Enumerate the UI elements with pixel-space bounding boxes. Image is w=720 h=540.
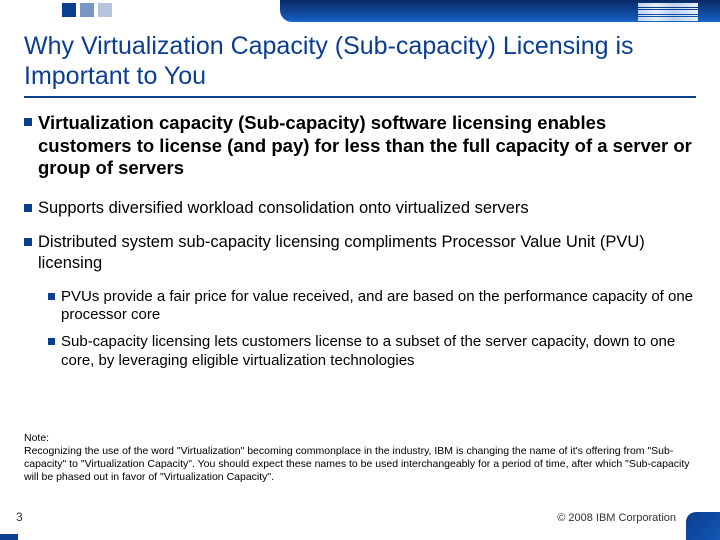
bullet-text: Virtualization capacity (Sub-capacity) s… [38, 112, 696, 180]
footnote-label: Note: [24, 432, 696, 445]
copyright-text: © 2008 IBM Corporation [557, 512, 676, 524]
slide: Why Virtualization Capacity (Sub-capacit… [0, 0, 720, 540]
slide-body: Virtualization capacity (Sub-capacity) s… [24, 112, 696, 379]
bullet-level1: Virtualization capacity (Sub-capacity) s… [24, 112, 696, 180]
bullet-icon [48, 338, 55, 345]
bullet-text: Supports diversified workload consolidat… [38, 198, 529, 219]
footnote-text: Recognizing the use of the word "Virtual… [24, 445, 696, 484]
header-squares [62, 3, 112, 17]
bullet-level1: Distributed system sub-capacity licensin… [24, 232, 696, 273]
sub-bullets: PVUs provide a fair price for value rece… [48, 288, 696, 371]
footnote: Note: Recognizing the use of the word "V… [24, 432, 696, 485]
bullet-level1: Supports diversified workload consolidat… [24, 198, 696, 219]
bullet-text: PVUs provide a fair price for value rece… [61, 288, 696, 326]
bullet-icon [24, 238, 32, 246]
bullet-icon [24, 204, 32, 212]
bullet-level2: Sub-capacity licensing lets customers li… [48, 333, 696, 371]
bullet-text: Sub-capacity licensing lets customers li… [61, 333, 696, 371]
deco-square-icon [98, 3, 112, 17]
corner-left-deco [0, 534, 18, 540]
title-underline [24, 96, 696, 98]
ibm-logo-icon [638, 3, 698, 21]
bullet-text: Distributed system sub-capacity licensin… [38, 232, 696, 273]
slide-title: Why Virtualization Capacity (Sub-capacit… [24, 32, 684, 91]
deco-square-icon [80, 3, 94, 17]
footer: 3 © 2008 IBM Corporation [0, 510, 720, 540]
deco-square-icon [62, 3, 76, 17]
bullet-icon [48, 293, 55, 300]
page-number: 3 [16, 510, 23, 524]
corner-right-deco [686, 512, 720, 540]
header-decoration [0, 0, 720, 26]
bullet-icon [24, 118, 32, 126]
bullet-level2: PVUs provide a fair price for value rece… [48, 288, 696, 326]
